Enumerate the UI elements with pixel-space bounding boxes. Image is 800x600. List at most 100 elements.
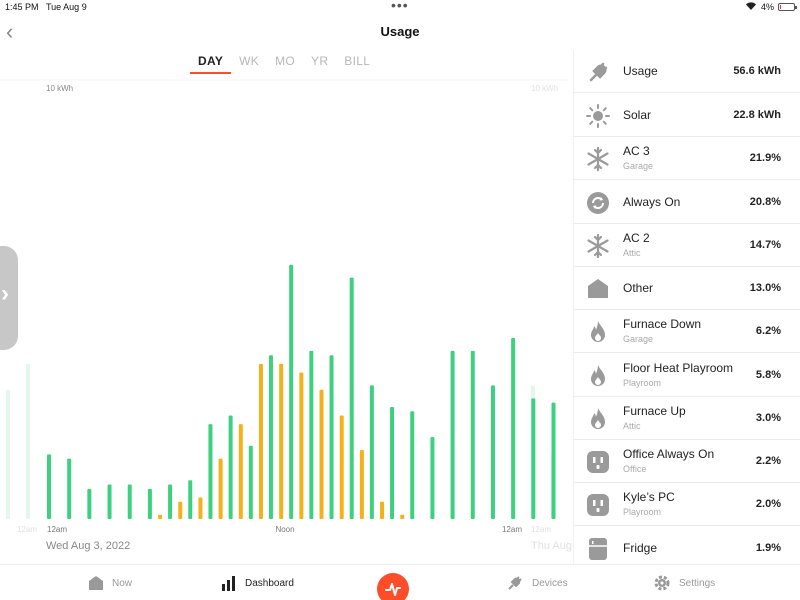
usage-bar <box>349 277 354 519</box>
device-row[interactable]: Furnace Up Attic 3.0% <box>574 397 800 440</box>
status-date: Tue Aug 9 <box>46 2 87 12</box>
back-chevron-icon[interactable]: ‹ <box>6 21 24 43</box>
device-name: Kyle’s PC <box>623 490 675 504</box>
device-name: Other <box>623 281 654 295</box>
x-tick-label-ghost-right: 12am <box>531 525 551 534</box>
device-location: Attic <box>623 248 641 258</box>
usage-bar <box>309 350 314 519</box>
usage-breakdown-panel: Usage 56.6 kWh Solar 22.8 kWh AC 3 Garage 21.9… <box>573 50 800 570</box>
tab-now[interactable]: Now <box>88 573 132 593</box>
x-tick-label-end: 12am <box>502 525 522 534</box>
device-name: Floor Heat Playroom <box>623 361 734 375</box>
outlet-icon <box>587 494 609 516</box>
usage-bar <box>228 415 233 519</box>
usage-bar <box>551 402 556 519</box>
device-row[interactable]: Furnace Down Garage 6.2% <box>574 310 800 353</box>
usage-bar <box>188 480 193 519</box>
solar-bar <box>218 458 223 519</box>
tab-settings-label: Settings <box>679 577 716 589</box>
device-location: Attic <box>623 421 641 431</box>
usage-bar <box>369 385 374 519</box>
tab-dashboard[interactable]: Dashboard <box>221 573 294 593</box>
device-name: Fridge <box>623 541 658 555</box>
device-location: Garage <box>623 161 654 171</box>
solar-bar <box>198 497 203 519</box>
device-row[interactable]: AC 2 Attic 14.7% <box>574 224 800 267</box>
tab-settings[interactable]: Settings <box>653 573 715 593</box>
page-title: Usage <box>380 24 420 39</box>
plug-icon <box>589 62 608 82</box>
drawer-handle[interactable]: › <box>0 246 18 350</box>
device-value: 2.0% <box>755 498 781 510</box>
usage-bar <box>67 458 72 519</box>
tab-bill[interactable]: BILL <box>336 54 378 74</box>
x-tick-label-noon: Noon <box>275 525 294 534</box>
tab-week[interactable]: WK <box>231 54 267 74</box>
device-name: AC 3 <box>623 144 650 158</box>
tab-devices-label: Devices <box>532 577 568 589</box>
house-icon <box>89 576 103 590</box>
solar-bar <box>319 389 324 519</box>
device-location: Playroom <box>623 507 662 517</box>
solar-bar <box>299 372 304 519</box>
solar-bar <box>279 363 284 519</box>
device-row[interactable]: Other 13.0% <box>574 267 800 310</box>
device-value: 20.8% <box>749 196 781 208</box>
fridge-icon <box>589 538 607 560</box>
battery-percent: 4% <box>761 2 775 12</box>
usage-bar <box>208 424 213 519</box>
wifi-icon <box>745 1 757 13</box>
device-value: 56.6 kWh <box>733 65 781 77</box>
usage-bar <box>47 454 51 519</box>
snowflake-icon <box>587 147 609 171</box>
usage-bar <box>168 484 173 519</box>
status-bar: 1:45 PM Tue Aug 9 ••• 4% <box>0 0 800 16</box>
device-row[interactable]: Floor Heat Playroom Playroom 5.8% <box>574 354 800 397</box>
always-on-icon <box>587 192 609 214</box>
usage-bar <box>511 337 516 519</box>
usage-bar <box>127 484 132 519</box>
device-value: 6.2% <box>755 325 781 337</box>
solar-bar <box>178 501 183 519</box>
tab-day[interactable]: DAY <box>190 54 232 74</box>
usage-chart[interactable]: 10 kWh 10 kWh 12am Noon 12am 12am 12am <box>0 78 568 558</box>
tab-year[interactable]: YR <box>303 54 336 74</box>
battery-icon <box>778 3 797 11</box>
device-value: 21.9% <box>749 152 781 164</box>
device-value: 22.8 kWh <box>733 109 781 121</box>
x-tick-label-start: 12am <box>47 525 67 534</box>
device-location: Garage <box>623 334 654 344</box>
usage-bar <box>470 350 475 519</box>
solar-bar <box>339 415 344 519</box>
solar-bar <box>380 501 385 519</box>
sense-pulse-button[interactable] <box>377 573 409 600</box>
bars-icon <box>222 576 235 591</box>
usage-bar <box>248 445 253 519</box>
device-name: Office Always On <box>623 447 715 461</box>
usage-bar <box>531 398 536 519</box>
multitask-dots-icon[interactable]: ••• <box>391 0 409 13</box>
usage-bar <box>390 406 395 519</box>
device-name: AC 2 <box>623 231 650 245</box>
device-row[interactable]: Usage 56.6 kWh <box>574 50 800 93</box>
device-name: Furnace Up <box>623 404 686 418</box>
device-row[interactable]: Always On 20.8% <box>574 181 800 224</box>
device-row[interactable]: AC 3 Garage 21.9% <box>574 137 800 180</box>
device-value: 3.0% <box>755 412 781 424</box>
device-location: Office <box>623 464 647 474</box>
device-row[interactable]: Kyle’s PC Playroom 2.0% <box>574 483 800 526</box>
device-value: 5.8% <box>755 369 781 381</box>
device-value: 13.0% <box>749 282 781 294</box>
tab-month[interactable]: MO <box>267 54 303 74</box>
tab-devices[interactable]: Devices <box>506 573 568 593</box>
device-name: Usage <box>623 64 658 78</box>
bottom-tab-bar: Now Dashboard Devices Settings <box>0 564 800 600</box>
device-row[interactable]: Office Always On Office 2.2% <box>574 440 800 483</box>
snowflake-icon <box>587 234 609 258</box>
usage-bar <box>329 355 334 519</box>
y-axis-max-label: 10 kWh <box>46 84 73 93</box>
device-row[interactable]: Solar 22.8 kWh <box>574 94 800 137</box>
x-tick-label-ghost-left: 12am <box>17 525 37 534</box>
device-value: 2.2% <box>755 455 781 467</box>
device-value: 1.9% <box>755 542 781 554</box>
